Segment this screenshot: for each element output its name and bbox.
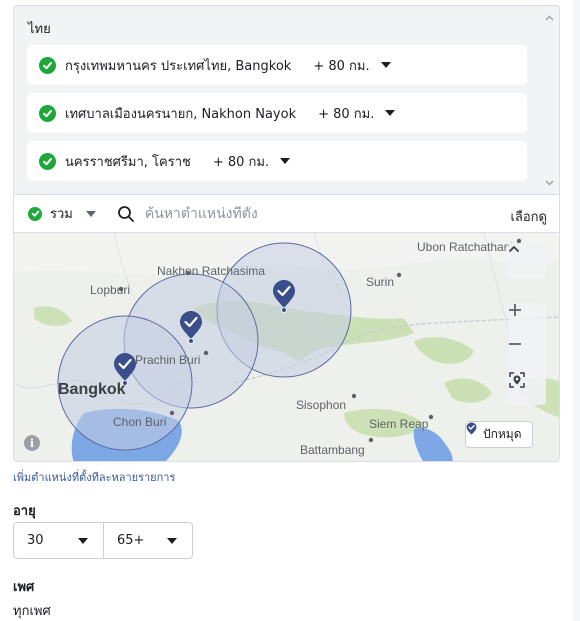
locate-icon	[509, 372, 525, 388]
scroll-up-icon[interactable]	[545, 14, 554, 23]
zoom-controls	[508, 303, 546, 405]
scroll-down-icon[interactable]	[545, 178, 554, 187]
location-name: กรุงเทพมหานคร ประเทศไทย, Bangkok	[65, 58, 292, 74]
age-max-select[interactable]: 65+	[103, 523, 192, 558]
zoom-in-icon	[509, 304, 521, 316]
include-exclude-dropdown[interactable]: รวม	[28, 203, 96, 224]
browse-link[interactable]: เลือกดู	[510, 206, 547, 227]
map-label-siem-reap: Siem Reap	[369, 417, 429, 431]
location-map[interactable]: Ubon Ratchathani Nakhon Ratchasima Lopbu…	[13, 232, 560, 462]
map-label-chon-buri: Chon Buri	[113, 415, 167, 429]
location-radius[interactable]: + 80 กม.	[213, 151, 269, 172]
chevron-up-icon	[509, 246, 519, 252]
zoom-out-icon	[509, 343, 521, 345]
check-icon	[39, 104, 56, 122]
add-locations-in-bulk-link[interactable]: เพิ่มตำแหน่งที่ตั้งทีละหลายรายการ	[13, 468, 175, 486]
drop-pin-button[interactable]: ปักหมุด	[465, 421, 533, 448]
age-min-select[interactable]: 30	[14, 523, 103, 558]
location-item-nakhon-nayok[interactable]: เทศบาลเมืองนครนายก, Nakhon Nayok + 80 กม…	[27, 93, 527, 133]
map-label-lopburi: Lopburi	[90, 283, 131, 297]
zoom-in-button[interactable]	[508, 303, 546, 339]
age-min-value: 30	[27, 533, 44, 548]
location-item-korat[interactable]: นครราชศรีมา, โคราช + 80 กม.	[27, 141, 527, 181]
map-label-battambang: Battambang	[300, 443, 365, 457]
drop-pin-label: ปักหมุด	[483, 427, 522, 441]
location-name: เทศบาลเมืองนครนายก, Nakhon Nayok	[65, 106, 297, 122]
map-label-sisophon: Sisophon	[296, 398, 347, 412]
age-range-selector: 30 65+	[13, 522, 193, 559]
map-label-ubon: Ubon Ratchathani	[417, 240, 514, 254]
selected-locations-panel: ไทย กรุงเทพมหานคร ประเทศไทย, Bangkok + 8…	[13, 5, 560, 194]
gender-value[interactable]: ทุกเพศ	[13, 600, 51, 621]
check-icon	[28, 206, 42, 221]
info-icon[interactable]: i	[24, 435, 40, 451]
locate-button[interactable]	[508, 371, 546, 407]
chevron-down-icon	[85, 210, 96, 217]
chevron-down-icon	[167, 538, 177, 544]
chevron-down-icon[interactable]	[280, 158, 291, 164]
location-radius[interactable]: + 80 กม.	[313, 55, 369, 76]
check-icon	[39, 56, 56, 74]
zoom-out-button[interactable]	[508, 337, 546, 373]
age-heading: อายุ	[13, 504, 36, 519]
map-label-nakhon-ratchasima: Nakhon Ratchasima	[157, 264, 266, 278]
location-name: นครราชศรีมา, โคราช	[65, 154, 191, 170]
location-search-bar: รวม เลือกดู	[13, 194, 560, 232]
gender-heading: เพศ	[13, 580, 35, 595]
country-label: ไทย	[28, 22, 51, 37]
location-list-scrollbar[interactable]	[544, 10, 556, 190]
chevron-down-icon[interactable]	[385, 110, 396, 116]
age-max-value: 65+	[117, 533, 145, 548]
page-scrollbar[interactable]	[573, 0, 580, 621]
map-label-prachin-buri: Prachin Buri	[135, 353, 201, 367]
map-label-bangkok: Bangkok	[58, 381, 126, 398]
search-icon	[117, 205, 134, 222]
map-label-surin: Surin	[366, 275, 395, 289]
map-collapse-button[interactable]	[508, 243, 546, 279]
include-label: รวม	[50, 207, 73, 222]
location-item-bangkok[interactable]: กรุงเทพมหานคร ประเทศไทย, Bangkok + 80 กม…	[27, 45, 527, 85]
chevron-down-icon[interactable]	[380, 62, 391, 68]
pin-icon	[466, 422, 477, 435]
check-icon	[39, 152, 56, 170]
location-search-input[interactable]	[144, 205, 475, 222]
location-radius[interactable]: + 80 กม.	[318, 103, 374, 124]
chevron-down-icon	[78, 538, 88, 544]
